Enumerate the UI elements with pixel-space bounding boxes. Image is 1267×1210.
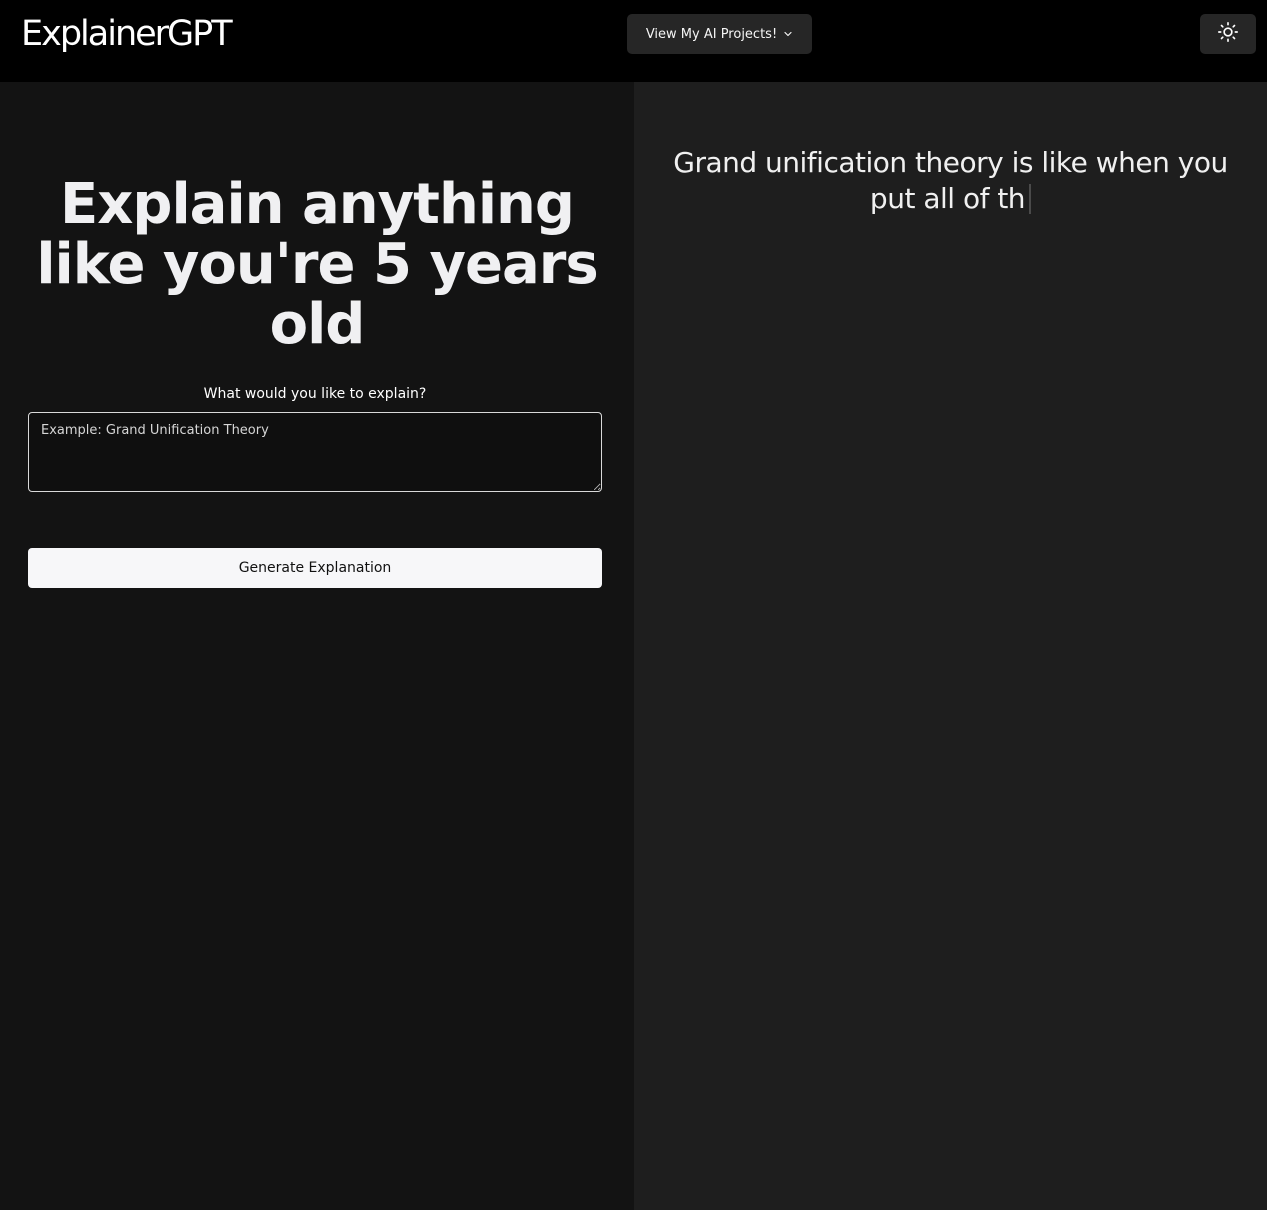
generate-explanation-button[interactable]: Generate Explanation bbox=[28, 548, 602, 588]
explain-topic-input[interactable] bbox=[28, 412, 602, 492]
top-navbar: ExplainerGPT View My AI Projects! bbox=[0, 0, 1267, 82]
explanation-output: Grand unification theory is like when yo… bbox=[648, 145, 1253, 217]
page-title: Explain anything like you're 5 years old bbox=[36, 172, 598, 357]
prompt-label: What would you like to explain? bbox=[203, 386, 427, 402]
input-panel: Explain anything like you're 5 years old… bbox=[0, 82, 634, 1210]
explanation-text: Grand unification theory is like when yo… bbox=[673, 146, 1228, 215]
chevron-down-icon bbox=[783, 29, 793, 39]
typing-cursor bbox=[1029, 184, 1032, 214]
view-projects-button[interactable]: View My AI Projects! bbox=[627, 14, 812, 54]
theme-toggle-button[interactable] bbox=[1200, 14, 1256, 54]
sun-icon bbox=[1217, 21, 1239, 47]
output-panel: Grand unification theory is like when yo… bbox=[634, 82, 1267, 1210]
view-projects-label: View My AI Projects! bbox=[645, 26, 778, 42]
app-logo[interactable]: ExplainerGPT bbox=[21, 12, 233, 56]
